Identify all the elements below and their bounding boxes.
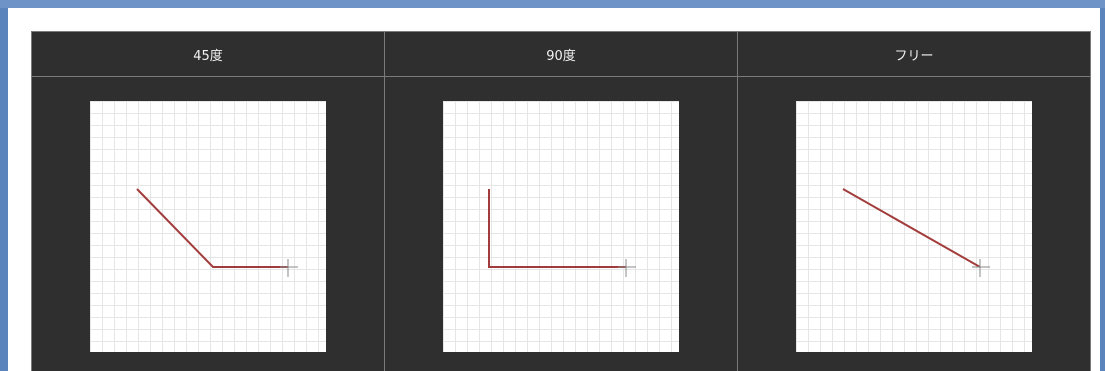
- drawing-canvas-free[interactable]: [796, 101, 1032, 352]
- column-header-free: フリー: [738, 32, 1090, 77]
- column-body-45-degree: [32, 77, 384, 371]
- polyline-45-degree-drawing: [136, 188, 298, 277]
- drawn-polyline: [488, 189, 626, 268]
- window-title-strip: [0, 0, 1105, 8]
- column-45-degree: 45度: [32, 32, 385, 371]
- drawing-canvas-45-degree[interactable]: [90, 101, 326, 352]
- column-90-degree: 90度: [385, 32, 738, 371]
- column-body-90-degree: [385, 77, 737, 371]
- column-header-90-degree: 90度: [385, 32, 737, 77]
- column-header-45-degree: 45度: [32, 32, 384, 77]
- column-free: フリー: [738, 32, 1090, 371]
- column-body-free: [738, 77, 1090, 371]
- polyline-90-degree-drawing: [488, 189, 636, 277]
- drawing-canvas-90-degree[interactable]: [443, 101, 679, 352]
- drawn-polyline: [136, 188, 288, 268]
- snap-mode-comparison-table: 45度 90度 フリー: [31, 31, 1091, 371]
- polyline-free-drawing: [842, 188, 990, 277]
- drawn-line: [842, 188, 981, 268]
